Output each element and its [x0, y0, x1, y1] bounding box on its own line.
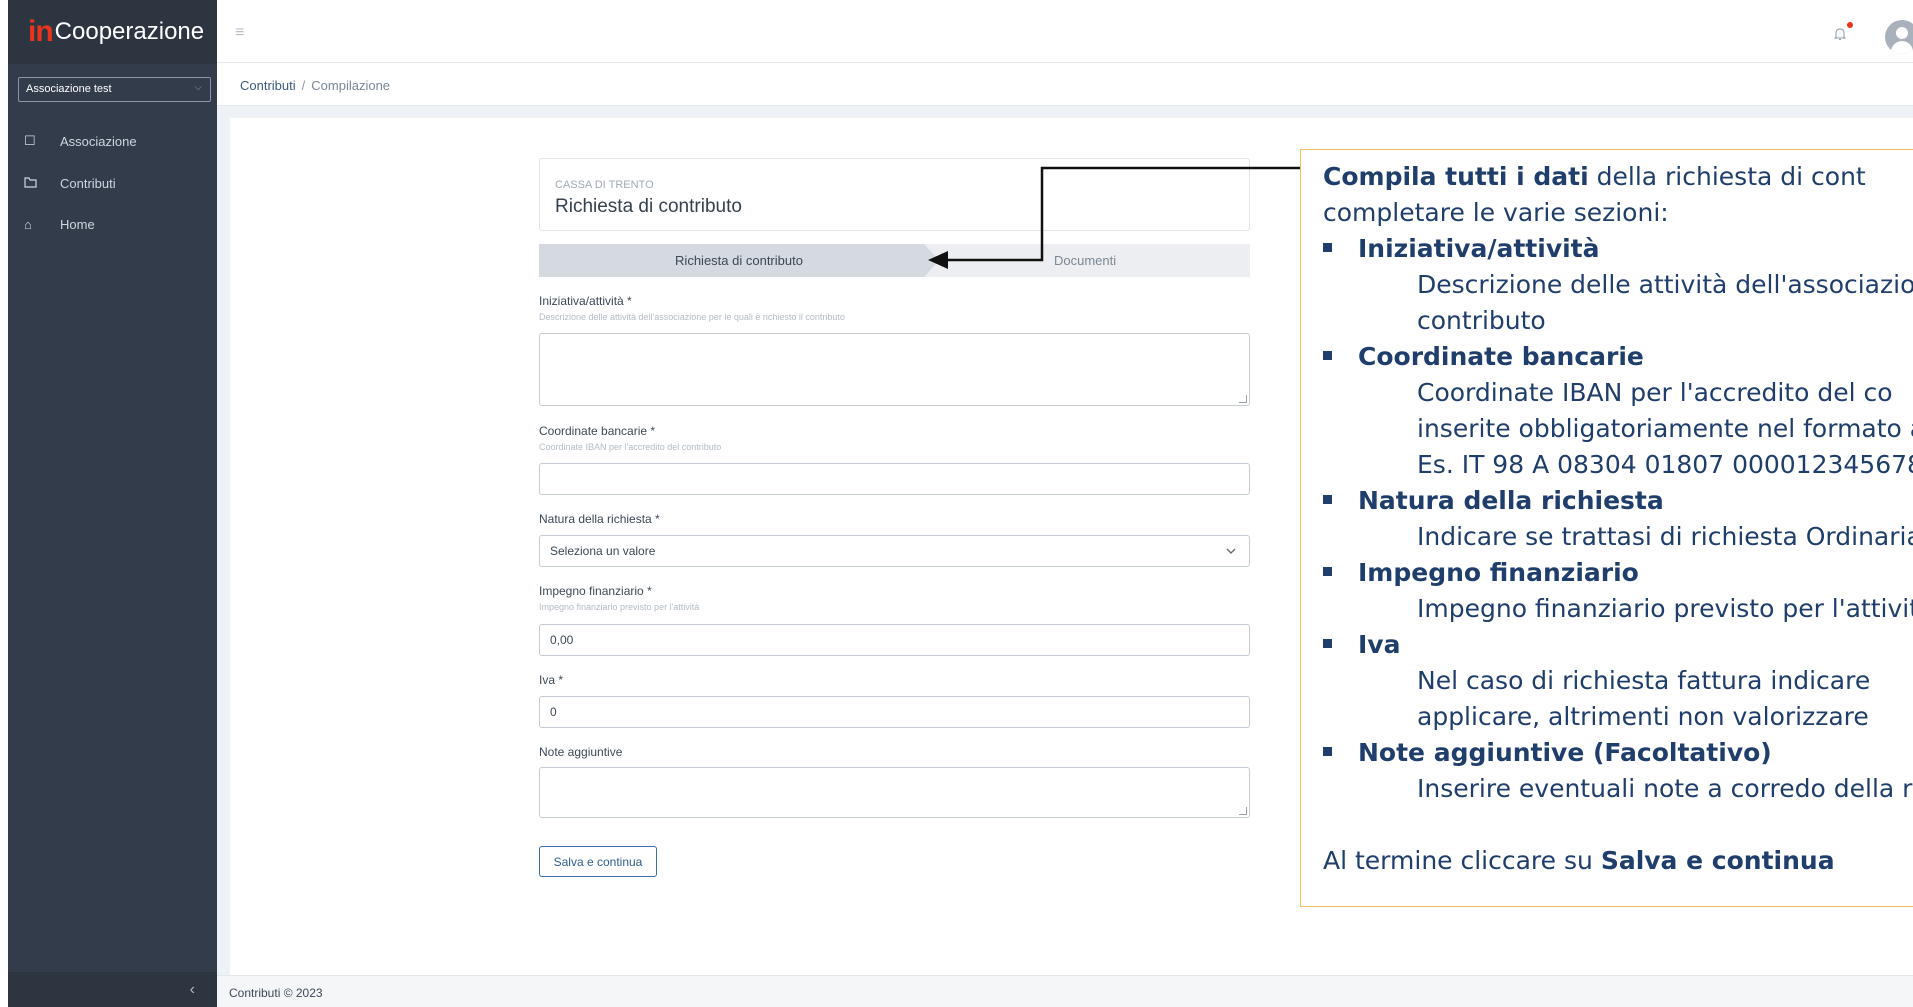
top-bar: ≡ — [217, 0, 1913, 63]
notification-bell-icon[interactable] — [1833, 27, 1847, 44]
notification-badge — [1847, 22, 1853, 28]
request-organization-kicker: CASSA DI TRENTO — [555, 179, 654, 191]
bullet-square-icon — [1323, 746, 1332, 756]
chevron-down-icon: ⌵ — [194, 82, 202, 93]
iniziativa-label: Iniziativa/attività * — [539, 294, 632, 308]
request-title-card: CASSA DI TRENTO Richiesta di contributo — [539, 158, 1250, 231]
callout-outro-bold: Salva e continua — [1600, 846, 1835, 875]
app-window: in Cooperazione Associazione test ⌵ ☐ As… — [0, 0, 1913, 1007]
step-richiesta-di-contributo[interactable]: Richiesta di contributo — [539, 244, 939, 277]
chevron-down-icon — [1225, 543, 1237, 562]
impegno-finanziario-input[interactable]: 0,00 — [539, 624, 1250, 656]
brand-logo-in: in — [28, 15, 54, 48]
callout-item-text: inserite obbligatoriamente nel formato a… — [1417, 414, 1913, 443]
callout-outro-pre: Al termine cliccare su — [1323, 846, 1601, 875]
organization-select[interactable]: Associazione test ⌵ — [18, 77, 211, 102]
callout-item-head: Note aggiuntive (Facoltativo) — [1323, 735, 1913, 771]
callout-item-text: Impegno finanziario previsto per l'attiv… — [1417, 594, 1913, 623]
footer-copyright: Contributi © 2023 — [229, 986, 323, 1000]
callout-item-text: Es. IT 98 A 08304 01807 000012345678) — [1417, 450, 1913, 479]
bullet-square-icon — [1323, 566, 1332, 576]
sidebar-item-label: Associazione — [60, 133, 137, 149]
impegno-finanziario-hint: Impegno finanziario previsto per l'attiv… — [539, 602, 700, 612]
iva-label: Iva * — [539, 673, 564, 687]
callout-item-text: contributo — [1417, 306, 1546, 335]
square-icon: ☐ — [24, 133, 36, 148]
sidebar: in Cooperazione Associazione test ⌵ ☐ As… — [8, 0, 217, 1007]
callout-item-text: applicare, altrimenti non valorizzare — [1417, 702, 1869, 731]
callout-item-head: Natura della richiesta — [1323, 483, 1913, 519]
avatar-shoulders — [1891, 41, 1913, 54]
brand-logo[interactable]: in Cooperazione — [8, 0, 217, 64]
user-avatar-icon[interactable] — [1885, 20, 1913, 54]
callout-item-text: Nel caso di richiesta fattura indicare — [1417, 666, 1871, 695]
collapse-sidebar-icon[interactable]: ‹ — [190, 981, 195, 999]
note-aggiuntive-textarea[interactable] — [539, 767, 1250, 818]
avatar-head — [1896, 27, 1908, 39]
callout-intro-line2: completare le varie sezioni: — [1323, 198, 1669, 227]
organization-select-value: Associazione test — [26, 83, 112, 95]
callout-intro-rest: della richiesta di cont — [1588, 162, 1866, 191]
bullet-square-icon — [1323, 242, 1332, 252]
sidebar-item-associazione[interactable]: ☐ Associazione — [8, 127, 217, 155]
callout-item-head: Impegno finanziario — [1323, 555, 1913, 591]
bullet-square-icon — [1323, 494, 1332, 504]
home-icon: ⌂ — [24, 216, 32, 232]
callout-item-text: Descrizione delle attività dell'associaz… — [1417, 270, 1913, 299]
sidebar-item-home[interactable]: ⌂ Home — [8, 210, 217, 238]
menu-toggle-icon[interactable]: ≡ — [235, 24, 244, 42]
folder-icon — [24, 176, 44, 191]
sidebar-item-label: Contributi — [60, 175, 116, 191]
resize-grip-icon[interactable] — [1239, 807, 1247, 815]
bullet-square-icon — [1323, 638, 1332, 648]
callout-outro: Al termine cliccare su Salva e continua — [1323, 843, 1913, 879]
impegno-finanziario-value: 0,00 — [550, 633, 574, 647]
iniziativa-textarea[interactable] — [539, 333, 1250, 406]
coordinate-bancarie-input[interactable] — [539, 463, 1250, 495]
breadcrumb-current: Compilazione — [311, 78, 391, 93]
iva-value: 0 — [550, 705, 557, 719]
callout-item-text: Inserire eventuali note a corredo della … — [1417, 774, 1913, 803]
annotation-callout: Compila tutti i dati della richiesta di … — [1300, 149, 1913, 907]
breadcrumb-contributi[interactable]: Contributi — [240, 78, 296, 93]
iva-input[interactable]: 0 — [539, 696, 1250, 728]
callout-item-text: Indicare se trattasi di richiesta Ordina… — [1417, 522, 1913, 551]
page-footer: Contributi © 2023 — [217, 975, 1913, 1007]
callout-item-head: Coordinate bancarie — [1323, 339, 1913, 375]
callout-item-head: Iniziativa/attività — [1323, 231, 1913, 267]
sidebar-item-contributi[interactable]: Contributi — [8, 169, 217, 197]
brand-logo-name: Cooperazione — [54, 18, 205, 45]
resize-grip-icon[interactable] — [1239, 395, 1247, 403]
breadcrumb-separator: / — [301, 78, 306, 93]
note-aggiuntive-label: Note aggiuntive — [539, 745, 623, 759]
callout-intro: Compila tutti i dati della richiesta di … — [1323, 159, 1913, 195]
wizard-steps: Documenti Richiesta di contributo — [539, 244, 1250, 277]
request-title: Richiesta di contributo — [555, 196, 742, 217]
impegno-finanziario-label: Impegno finanziario * — [539, 584, 652, 598]
natura-richiesta-select[interactable]: Seleziona un valore — [539, 535, 1250, 567]
save-and-continue-button[interactable]: Salva e continua — [539, 846, 657, 877]
natura-richiesta-label: Natura della richiesta * — [539, 512, 660, 526]
bullet-square-icon — [1323, 350, 1332, 360]
step-label: Documenti — [1054, 253, 1117, 268]
sidebar-footer: ‹ — [8, 972, 217, 1007]
iniziativa-hint: Descrizione delle attività dell'associaz… — [539, 312, 845, 322]
coordinate-bancarie-label: Coordinate bancarie * — [539, 424, 656, 438]
coordinate-bancarie-hint: Coordinate IBAN per l'accredito del cont… — [539, 442, 722, 452]
natura-richiesta-value: Seleziona un valore — [550, 544, 656, 558]
callout-item-head: Iva — [1323, 627, 1913, 663]
callout-item-text: Coordinate IBAN per l'accredito del co — [1417, 378, 1893, 407]
callout-intro-bold: Compila tutti i dati — [1323, 162, 1589, 191]
breadcrumb: Contributi / Compilazione — [217, 64, 1913, 106]
sidebar-item-label: Home — [60, 216, 95, 232]
